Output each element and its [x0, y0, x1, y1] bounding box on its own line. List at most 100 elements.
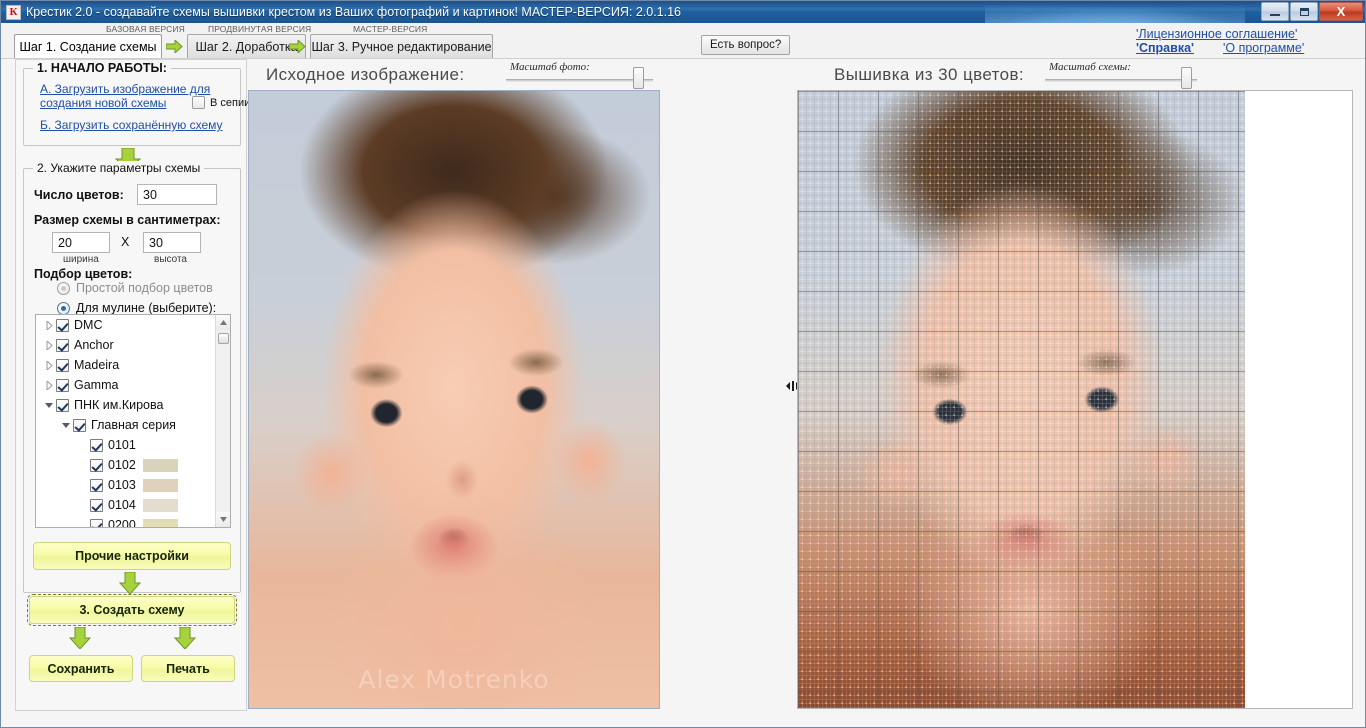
palette-tree-row[interactable]: Gamma: [36, 375, 230, 395]
scheme-zoom-slider-track[interactable]: [1045, 79, 1197, 82]
group-getting-started-title: 1. НАЧАЛО РАБОТЫ:: [33, 61, 171, 75]
sepia-label: В сепии: [210, 97, 251, 109]
other-settings-button[interactable]: Прочие настройки: [33, 542, 231, 570]
tab-arrow-1-icon: [166, 40, 183, 53]
link-load-saved-scheme[interactable]: Б. Загрузить сохранённую схему: [40, 118, 223, 132]
palette-item-checkbox[interactable]: [56, 358, 69, 372]
source-image-frame[interactable]: Alex Motrenko: [248, 90, 660, 709]
palette-tree-row[interactable]: DMC: [36, 315, 230, 335]
palette-tree-row[interactable]: ПНК им.Кирова: [36, 395, 230, 415]
palette-tree-row[interactable]: Madeira: [36, 355, 230, 375]
palette-tree-row[interactable]: Главная серия: [36, 415, 230, 435]
tab-step-3[interactable]: Шаг 3. Ручное редактирование: [310, 34, 493, 58]
minimize-icon: [1270, 14, 1280, 16]
expander-collapsed-icon[interactable]: [42, 315, 56, 335]
link-load-image-line1[interactable]: А. Загрузить изображение для: [40, 82, 210, 96]
minimize-button[interactable]: [1261, 2, 1289, 21]
palette-item-checkbox[interactable]: [90, 458, 103, 472]
palette-item-checkbox[interactable]: [56, 378, 69, 392]
maximize-button[interactable]: [1290, 2, 1318, 21]
palette-item-checkbox[interactable]: [56, 338, 69, 352]
palette-item-label: 0200: [108, 518, 136, 528]
palette-item-swatch: [142, 498, 178, 512]
scheme-image-frame[interactable]: [797, 90, 1353, 709]
colors-count-input[interactable]: 30: [137, 184, 217, 205]
palette-tree-scroll-thumb[interactable]: [218, 333, 229, 344]
expander-collapsed-icon[interactable]: [42, 355, 56, 375]
palette-item-checkbox[interactable]: [56, 318, 69, 332]
create-scheme-button[interactable]: 3. Создать схему: [27, 594, 237, 626]
palette-item-label: ПНК им.Кирова: [74, 398, 164, 412]
settings-sidebar: 1. НАЧАЛО РАБОТЫ: А. Загрузить изображен…: [15, 59, 251, 711]
palette-tree-row[interactable]: 0102: [36, 455, 230, 475]
photo-zoom-slider-thumb[interactable]: [633, 67, 644, 89]
expander-expanded-icon[interactable]: [42, 395, 56, 415]
palette-tree[interactable]: DMC Anchor Madeira Gamma ПНК им.Кирова Главна…: [35, 314, 231, 528]
title-bar: К Крестик 2.0 - создавайте схемы вышивки…: [1, 1, 1365, 23]
scroll-down-icon[interactable]: [216, 512, 230, 527]
close-button[interactable]: X: [1319, 2, 1363, 21]
palette-item-label: Anchor: [74, 338, 114, 352]
expander-expanded-icon[interactable]: [59, 415, 73, 435]
expander-none: [76, 495, 90, 515]
expander-none: [76, 435, 90, 455]
size-separator: X: [121, 235, 130, 249]
photo-zoom-slider-label: Масштаб фото:: [510, 61, 590, 73]
flow-arrow-3-icon: [68, 627, 92, 649]
palette-item-label: Главная серия: [91, 418, 176, 432]
radio-simple-match[interactable]: [57, 282, 70, 295]
application-window: К Крестик 2.0 - создавайте схемы вышивки…: [0, 0, 1366, 728]
sepia-checkbox[interactable]: [192, 96, 205, 109]
palette-tree-row[interactable]: 0101: [36, 435, 230, 455]
palette-item-label: 0101: [108, 438, 136, 452]
link-help[interactable]: 'Справка': [1136, 41, 1194, 55]
photo-panel-title: Исходное изображение:: [266, 65, 465, 84]
question-button[interactable]: Есть вопрос?: [701, 35, 791, 55]
palette-item-label: DMC: [74, 318, 103, 332]
window-title: Крестик 2.0 - создавайте схемы вышивки к…: [26, 5, 681, 19]
expander-collapsed-icon[interactable]: [42, 375, 56, 395]
palette-tree-scrollbar[interactable]: [215, 315, 230, 527]
palette-item-swatch: [142, 478, 178, 492]
flow-arrow-2-icon: [118, 572, 142, 594]
palette-item-checkbox[interactable]: [90, 518, 103, 527]
version-caption-master: МАСТЕР-ВЕРСИЯ: [353, 24, 428, 34]
palette-item-label: 0102: [108, 458, 136, 472]
flow-arrow-4-icon: [173, 627, 197, 649]
expander-none: [76, 515, 90, 527]
maximize-icon: [1299, 7, 1309, 16]
palette-tree-row[interactable]: Anchor: [36, 335, 230, 355]
height-caption: высота: [154, 254, 187, 265]
palette-item-checkbox[interactable]: [56, 398, 69, 412]
palette-item-swatch: [142, 438, 178, 452]
palette-item-checkbox[interactable]: [73, 418, 86, 432]
version-caption-advanced: ПРОДВИНУТАЯ ВЕРСИЯ: [208, 24, 312, 34]
expander-none: [76, 455, 90, 475]
version-caption-basic: БАЗОВАЯ ВЕРСИЯ: [106, 24, 185, 34]
scheme-pattern: [798, 91, 1245, 708]
scheme-zoom-slider-thumb[interactable]: [1181, 67, 1192, 89]
palette-item-checkbox[interactable]: [90, 438, 103, 452]
window-controls: X: [1261, 2, 1363, 21]
radio-simple-match-label: Простой подбор цветов: [76, 281, 213, 295]
print-button[interactable]: Печать: [141, 655, 235, 682]
link-about[interactable]: 'О программе': [1223, 41, 1304, 55]
palette-item-swatch: [142, 518, 178, 527]
tab-step-1[interactable]: Шаг 1. Создание схемы: [14, 34, 162, 58]
palette-item-checkbox[interactable]: [90, 478, 103, 492]
palette-tree-row[interactable]: 0200: [36, 515, 230, 528]
height-input[interactable]: 30: [143, 232, 201, 253]
link-load-image-line2[interactable]: создания новой схемы: [40, 96, 166, 110]
expander-none: [76, 475, 90, 495]
save-button[interactable]: Сохранить: [29, 655, 133, 682]
palette-item-label: 0104: [108, 498, 136, 512]
palette-tree-row[interactable]: 0103: [36, 475, 230, 495]
expander-collapsed-icon[interactable]: [42, 335, 56, 355]
link-license[interactable]: 'Лицензионное соглашение': [1136, 27, 1297, 41]
palette-item-checkbox[interactable]: [90, 498, 103, 512]
palette-tree-row[interactable]: 0104: [36, 495, 230, 515]
width-input[interactable]: 20: [52, 232, 110, 253]
scroll-up-icon[interactable]: [216, 315, 230, 330]
app-icon: К: [6, 4, 21, 20]
photo-zoom-slider-track[interactable]: [506, 79, 653, 82]
